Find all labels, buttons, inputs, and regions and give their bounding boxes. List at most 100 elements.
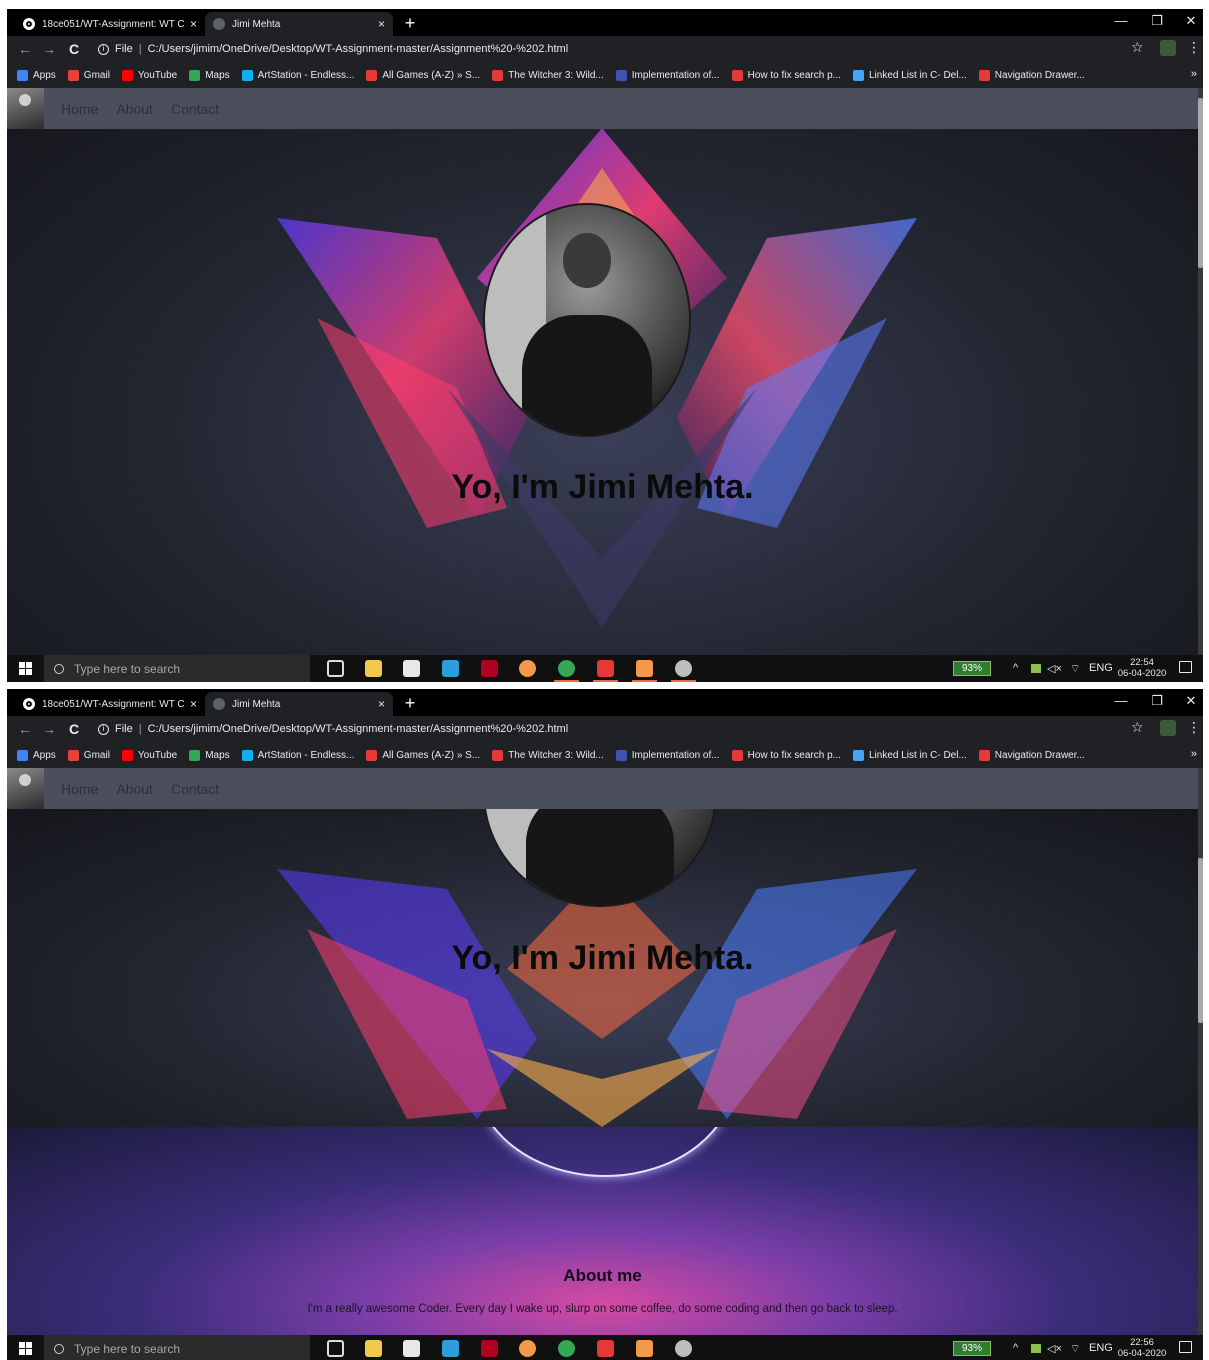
bookmark-apps[interactable]: Apps [17,69,56,81]
language-indicator[interactable]: ENG [1089,662,1113,674]
window-close-button[interactable]: ✕ [1173,9,1203,33]
close-icon[interactable]: × [190,17,197,31]
bookmark-youtube[interactable]: YouTube [121,69,177,81]
back-button[interactable]: ← [15,719,35,739]
tab-jimi-mehta[interactable]: Jimi Mehta × [205,12,393,36]
wifi-icon[interactable]: ⌔ [1070,1342,1080,1356]
origin-icon[interactable] [519,660,536,677]
restore-button[interactable]: ❐ [1139,9,1175,33]
bookmark-gmail[interactable]: Gmail [67,69,110,81]
windows-start-icon[interactable] [19,1342,32,1355]
battery-indicator[interactable]: 93% [953,1341,991,1356]
bookmarks-overflow-button[interactable]: » [1191,748,1197,760]
bookmark-all-games[interactable]: All Games (A-Z) » S... [366,69,480,81]
bookmark-implementation[interactable]: Implementation of... [615,69,720,81]
bookmark-navigation-drawer[interactable]: Navigation Drawer... [978,69,1085,81]
origin-icon[interactable] [519,1340,536,1357]
info-icon[interactable]: i [98,723,109,735]
bookmark-implementation[interactable]: Implementation of... [615,749,720,761]
close-icon[interactable]: × [378,17,385,31]
netflix-icon[interactable] [481,660,498,677]
minimize-button[interactable]: — [1103,689,1139,713]
tab-github[interactable]: 18ce051/WT-Assignment: WT Cl × [15,692,205,716]
extension-icon[interactable] [1160,40,1176,56]
tab-github[interactable]: 18ce051/WT-Assignment: WT Cl × [15,12,205,36]
taskbar-search[interactable]: Type here to search [44,1335,310,1360]
autodesk-icon[interactable] [597,1340,614,1357]
bookmark-apps[interactable]: Apps [17,749,56,761]
scrollbar-thumb[interactable] [1198,98,1203,268]
chrome-icon[interactable] [558,1340,575,1357]
nav-link-home[interactable]: Home [61,781,98,797]
menu-kebab-icon[interactable]: ⋮ [1187,39,1201,56]
nav-link-about[interactable]: About [116,101,153,117]
bookmark-witcher[interactable]: The Witcher 3: Wild... [492,749,604,761]
volume-muted-icon[interactable]: ◁× [1047,662,1062,675]
bookmark-artstation[interactable]: ArtStation - Endless... [241,749,354,761]
close-icon[interactable]: × [378,697,385,711]
back-button[interactable]: ← [15,39,35,59]
wifi-icon[interactable]: ⌔ [1070,662,1080,676]
info-icon[interactable]: i [98,43,109,55]
autodesk-icon[interactable] [593,660,618,682]
paint-icon[interactable] [675,1340,692,1357]
reload-button[interactable]: C [64,39,84,59]
chrome-icon[interactable] [554,660,579,682]
bookmark-all-games[interactable]: All Games (A-Z) » S... [366,749,480,761]
forward-button[interactable]: → [39,719,59,739]
tab-jimi-mehta[interactable]: Jimi Mehta × [205,692,393,716]
bookmark-star-icon[interactable]: ☆ [1131,39,1144,56]
battery-tray-icon[interactable] [1031,664,1041,673]
page-scrollbar[interactable] [1198,88,1203,655]
bookmark-gmail[interactable]: Gmail [67,749,110,761]
volume-muted-icon[interactable]: ◁× [1047,1342,1062,1355]
sublime-icon[interactable] [636,1340,653,1357]
nav-link-contact[interactable]: Contact [171,781,219,797]
nav-link-about[interactable]: About [116,781,153,797]
minimize-button[interactable]: — [1103,9,1139,33]
forward-button[interactable]: → [39,39,59,59]
bookmark-maps[interactable]: Maps [189,69,230,81]
scrollbar-thumb[interactable] [1198,858,1203,1023]
bookmark-artstation[interactable]: ArtStation - Endless... [241,69,354,81]
action-center-icon[interactable] [1179,1341,1192,1353]
file-explorer-icon[interactable] [365,1340,382,1357]
bookmark-linked-list[interactable]: Linked List in C- Del... [852,749,967,761]
reload-button[interactable]: C [64,719,84,739]
taskbar-clock[interactable]: 22:56 06-04-2020 [1117,1337,1167,1359]
tray-chevron-icon[interactable]: ^ [1013,1342,1018,1354]
store-icon[interactable] [403,660,420,677]
app-l-icon[interactable] [442,1340,459,1357]
action-center-icon[interactable] [1179,661,1192,673]
page-scrollbar[interactable] [1198,768,1203,1335]
bookmark-maps[interactable]: Maps [189,749,230,761]
bookmark-youtube[interactable]: YouTube [121,749,177,761]
bookmark-fix-search[interactable]: How to fix search p... [731,69,841,81]
tray-chevron-icon[interactable]: ^ [1013,662,1018,674]
address-bar[interactable]: i File | C:/Users/jimim/OneDrive/Desktop… [92,718,1162,740]
store-icon[interactable] [403,1340,420,1357]
site-logo[interactable] [7,768,44,809]
battery-tray-icon[interactable] [1031,1344,1041,1353]
site-logo[interactable] [7,88,44,129]
taskbar-clock[interactable]: 22:54 06-04-2020 [1117,657,1167,679]
bookmark-linked-list[interactable]: Linked List in C- Del... [852,69,967,81]
windows-start-icon[interactable] [19,662,32,675]
task-view-icon[interactable] [327,1340,344,1357]
nav-link-contact[interactable]: Contact [171,101,219,117]
new-tab-button[interactable]: + [399,692,421,714]
app-l-icon[interactable] [442,660,459,677]
bookmark-star-icon[interactable]: ☆ [1131,719,1144,736]
bookmark-fix-search[interactable]: How to fix search p... [731,749,841,761]
taskbar-search[interactable]: Type here to search [44,655,310,682]
bookmark-navigation-drawer[interactable]: Navigation Drawer... [978,749,1085,761]
window-close-button[interactable]: ✕ [1173,689,1203,713]
extension-icon[interactable] [1160,720,1176,736]
close-icon[interactable]: × [190,697,197,711]
battery-indicator[interactable]: 93% [953,661,991,676]
paint-icon[interactable] [671,660,696,682]
language-indicator[interactable]: ENG [1089,1342,1113,1354]
bookmarks-overflow-button[interactable]: » [1191,68,1197,80]
netflix-icon[interactable] [481,1340,498,1357]
new-tab-button[interactable]: + [399,12,421,34]
